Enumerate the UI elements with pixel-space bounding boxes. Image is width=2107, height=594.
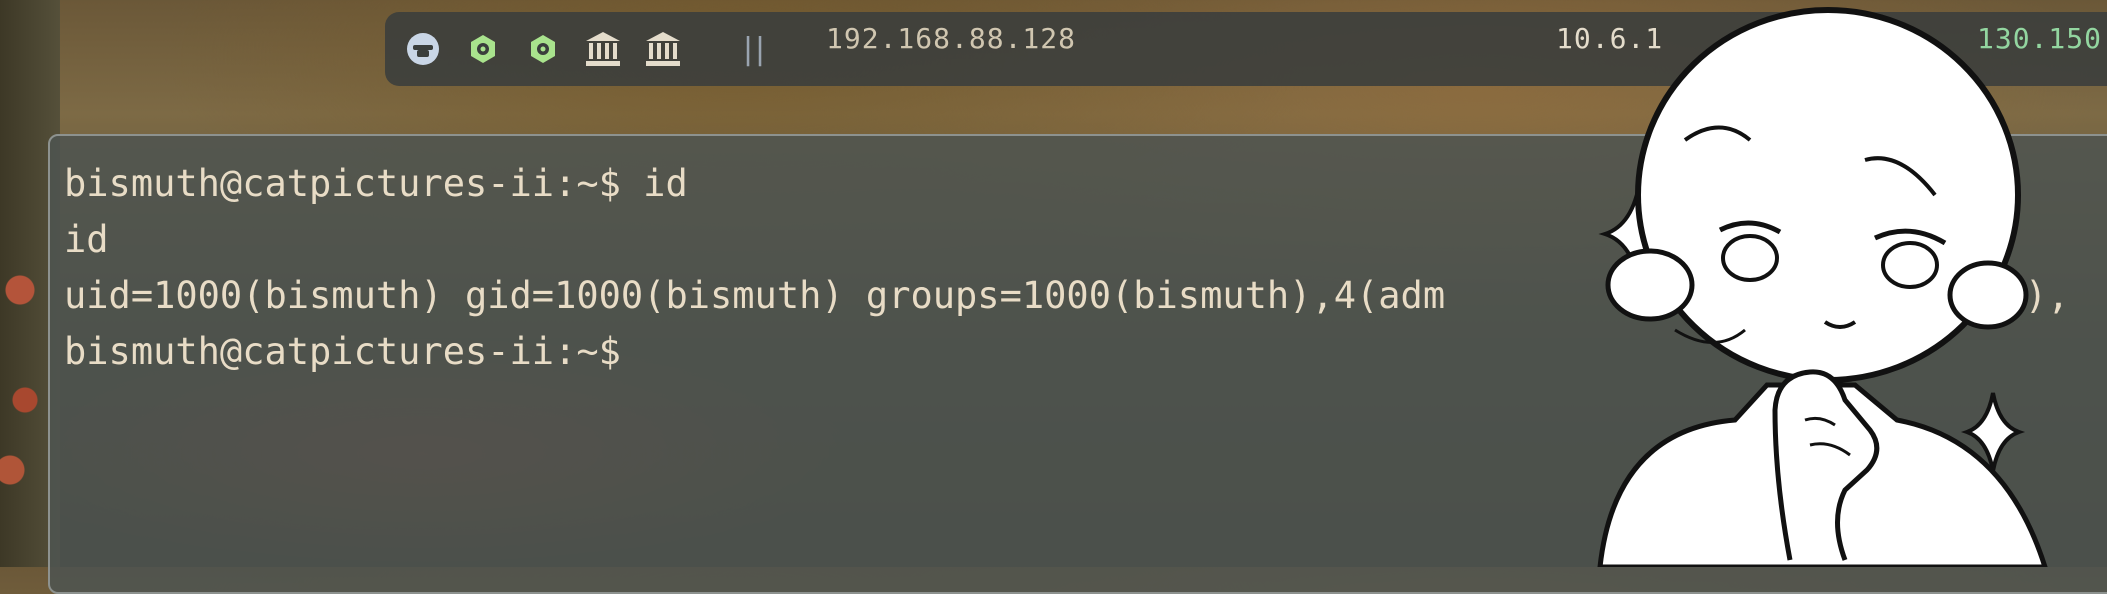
bank-icon[interactable] — [643, 29, 683, 69]
hexagon-icon[interactable] — [463, 29, 503, 69]
separator: || — [739, 31, 769, 67]
hat-icon[interactable] — [403, 29, 443, 69]
ip-primary: 192.168.88.128 — [826, 22, 1077, 55]
anime-sticker — [1597, 7, 2048, 567]
bank-icon[interactable] — [583, 29, 623, 69]
hexagon-icon[interactable] — [523, 29, 563, 69]
